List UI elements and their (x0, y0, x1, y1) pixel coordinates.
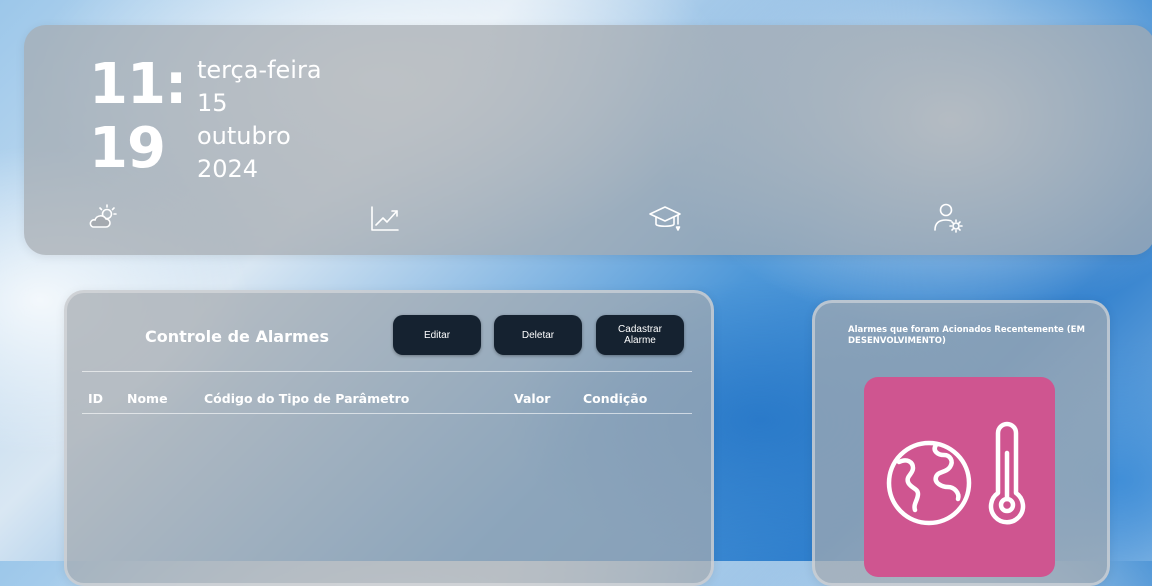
date-display: terça-feira 15 outubro 2024 (197, 54, 322, 186)
day: 15 (197, 89, 228, 117)
column-header-name: Nome (127, 391, 168, 406)
graduation-cap-icon[interactable] (648, 201, 682, 235)
table-top-divider (82, 371, 692, 372)
recent-alarms-title: Alarmes que foram Acionados Recentemente… (848, 325, 1085, 346)
alarm-control-card: Controle de Alarmes Editar Deletar Cadas… (64, 290, 714, 586)
column-header-value: Valor (514, 391, 551, 406)
clock-minute: 19 (89, 116, 166, 181)
delete-button[interactable]: Deletar (494, 315, 582, 355)
edit-button[interactable]: Editar (393, 315, 481, 355)
month: outubro (197, 122, 291, 150)
table-header-divider (82, 413, 692, 414)
clock-hour: 11: (89, 52, 187, 117)
column-header-param-type: Código do Tipo de Parâmetro (204, 391, 410, 406)
column-header-condition: Condição (583, 391, 648, 406)
weekday: terça-feira (197, 56, 322, 84)
register-alarm-button[interactable]: Cadastrar Alarme (596, 315, 684, 355)
column-header-id: ID (88, 391, 104, 406)
user-settings-icon[interactable] (931, 201, 965, 235)
header-card: 11: 19 terça-feira 15 outubro 2024 (24, 25, 1152, 255)
year: 2024 (197, 155, 259, 183)
alarm-category-tile[interactable] (864, 377, 1055, 577)
chart-trend-icon[interactable] (368, 201, 402, 235)
alarm-control-title: Controle de Alarmes (145, 327, 330, 346)
recent-alarms-card: Alarmes que foram Acionados Recentemente… (812, 300, 1110, 586)
clock: 11: 19 (89, 52, 187, 181)
weather-icon[interactable] (86, 201, 120, 235)
globe-thermometer-icon (886, 421, 1026, 526)
